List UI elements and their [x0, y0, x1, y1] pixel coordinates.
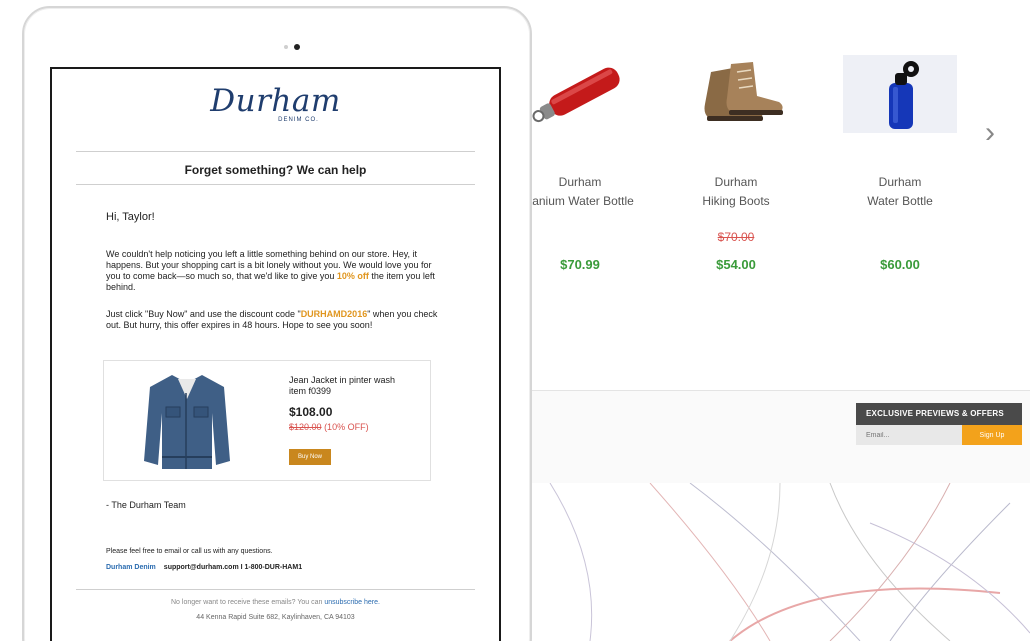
mailing-address: 44 Kenna Rapid Suite 682, Kaylinhaven, C… — [196, 614, 355, 621]
unsubscribe-link[interactable]: unsubscribe here. — [324, 599, 380, 606]
discount-highlight: 10% off — [336, 271, 369, 281]
email-paragraph: We couldn't help noticing you left a lit… — [106, 249, 444, 293]
jean-jacket-image[interactable] — [142, 369, 232, 478]
unsubscribe-text: No longer want to receive these emails? … — [171, 599, 325, 606]
decorative-lines — [549, 483, 1030, 641]
product-card[interactable]: Durham Water Bottle $60.00 — [820, 48, 980, 272]
hiking-boots-image[interactable] — [656, 48, 816, 140]
newsletter-signup: EXCLUSIVE PREVIEWS & OFFERS Sign Up — [856, 403, 1022, 445]
carousel-next-icon[interactable]: › — [985, 118, 995, 148]
divider — [76, 589, 475, 590]
item-price: $108.00 — [289, 405, 333, 419]
product-brand: Durham — [878, 175, 922, 189]
newsletter-title: EXCLUSIVE PREVIEWS & OFFERS — [856, 403, 1022, 425]
divider — [76, 184, 475, 185]
product-name[interactable]: Hiking Boots — [656, 193, 816, 209]
camera-dot — [294, 44, 300, 50]
email-headline: Forget something? We can help — [184, 163, 367, 177]
discount-code: DURHAMD2016 — [300, 309, 368, 319]
newsletter-email-input[interactable] — [856, 425, 962, 445]
unsubscribe-line: No longer want to receive these emails? … — [52, 599, 499, 606]
email-paragraph: Just click "Buy Now" and use the discoun… — [106, 309, 444, 331]
buy-now-button[interactable]: Buy Now — [289, 449, 331, 465]
sensor-dot — [284, 45, 288, 49]
contact-text: Please feel free to email or call us wit… — [106, 548, 273, 555]
brand-link[interactable]: Durham Denim — [106, 564, 156, 571]
cart-item-card: Jean Jacket in pinter wash item f0399 $1… — [103, 360, 431, 481]
item-old-price: $120.00 (10% OFF) — [289, 422, 369, 432]
email-signoff: - The Durham Team — [106, 500, 186, 510]
item-number: item f0399 — [289, 386, 332, 396]
contact-details: Durham Denim support@durham.com I 1-800-D… — [106, 564, 302, 571]
divider — [76, 151, 475, 152]
newsletter-signup-button[interactable]: Sign Up — [962, 425, 1022, 445]
product-price: $54.00 — [716, 257, 756, 272]
original-price: $120.00 — [289, 422, 322, 432]
paragraph-text: Just click "Buy Now" and use the discoun… — [106, 309, 301, 319]
email-greeting: Hi, Taylor! — [106, 211, 155, 223]
product-old-price: $70.00 — [717, 230, 755, 244]
support-contact[interactable]: support@durham.com I 1-800-DUR-HAM1 — [164, 564, 302, 571]
durham-logo: Durham DENIM CO. — [52, 83, 499, 123]
email-preview: Durham DENIM CO. Forget something? We ca… — [50, 67, 501, 641]
product-price: $60.00 — [880, 257, 920, 272]
product-card[interactable]: Durham Hiking Boots $70.00 $54.00 — [656, 48, 816, 272]
item-name: Jean Jacket in pinter wash — [289, 375, 396, 385]
product-brand: Durham — [714, 175, 758, 189]
product-name[interactable]: Water Bottle — [820, 193, 980, 209]
water-bottle-image[interactable] — [820, 48, 980, 140]
logo-wordmark: Durham — [210, 83, 341, 119]
discount-percent: (10% OFF) — [324, 422, 369, 432]
